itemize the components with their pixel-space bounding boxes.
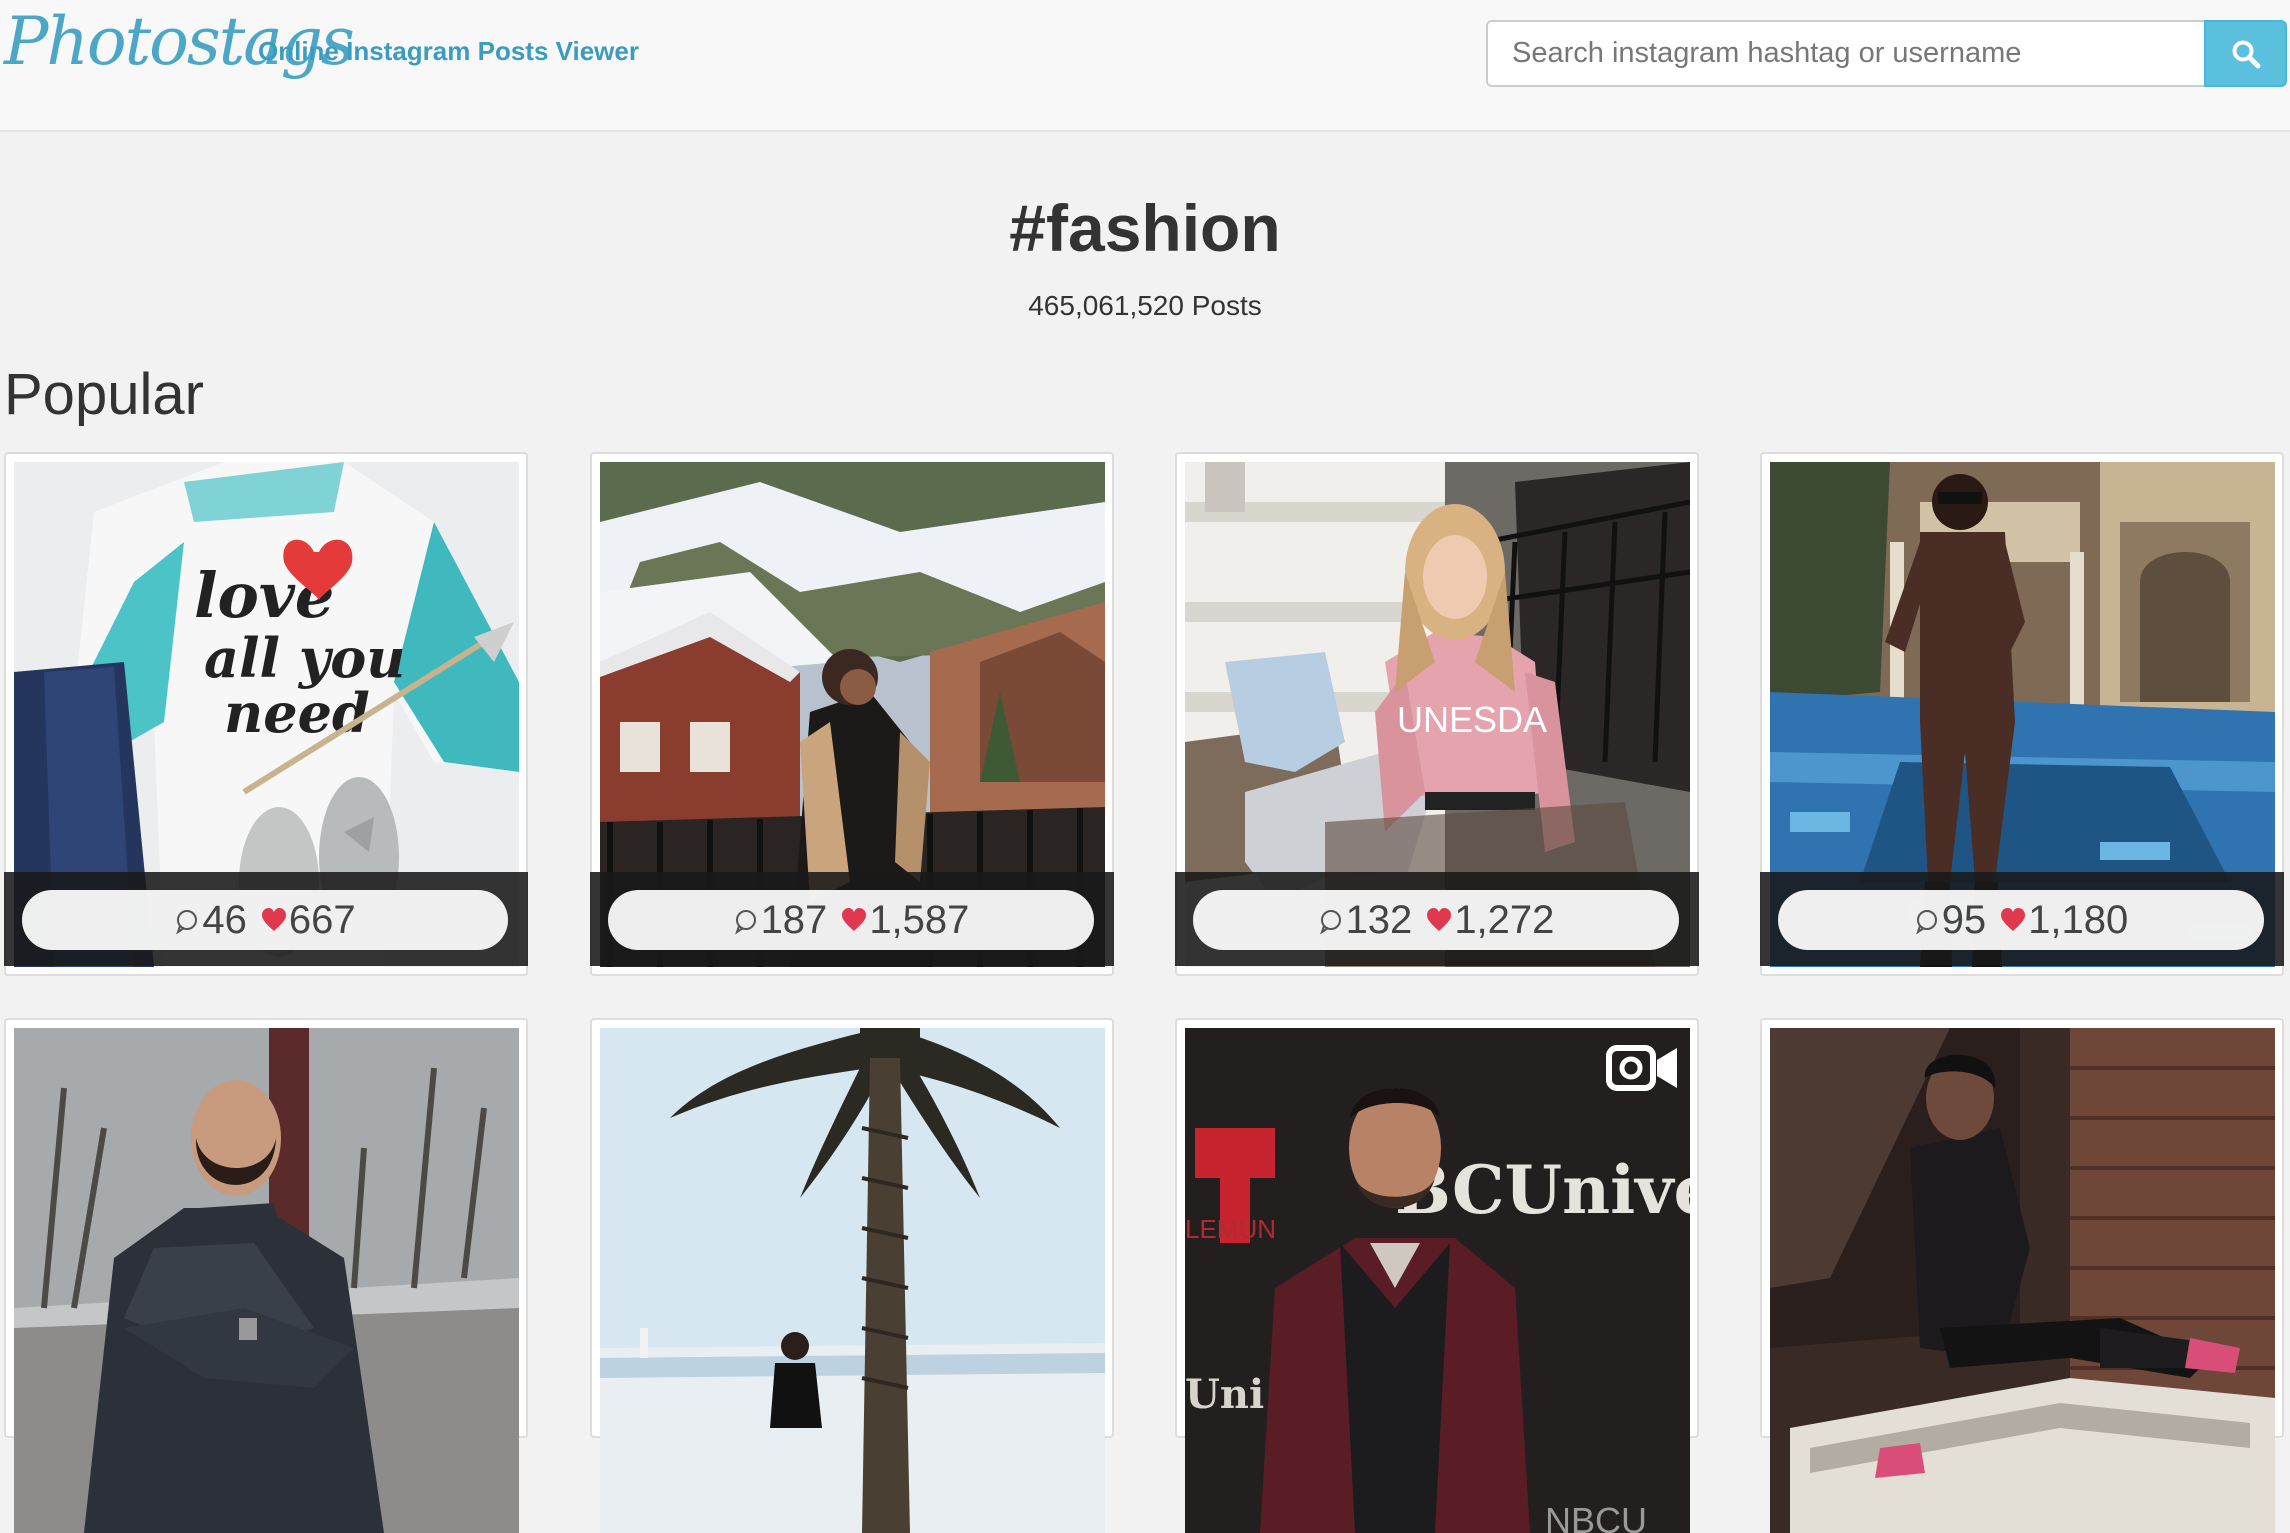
post-stats-bar: 187 1,587 [590,872,1114,966]
svg-text:Uni: Uni [1185,1371,1264,1418]
like-count: 1,180 [2028,897,2129,942]
post-card[interactable]: 95 1,180 [1760,452,2284,976]
post-stats-bar: 46 667 [4,872,528,966]
svg-text:LEMUN: LEMUN [1185,1214,1276,1244]
post-stats: 95 1,180 [1778,890,2264,950]
navbar: Photostags Online Instagram Posts Viewer [0,0,2290,132]
site-tagline[interactable]: Online Instagram Posts Viewer [258,34,639,68]
post-image[interactable] [14,1028,519,1533]
heart-icon [1427,908,1452,931]
post-card[interactable]: love all you need 46 667 [4,452,528,976]
post-stats-bar: 132 1,272 [1175,872,1699,966]
like-count: 667 [288,897,356,942]
post-count: 465,061,520 Posts [1028,290,1262,321]
comment-count: 187 [760,897,828,942]
svg-text:NBCU: NBCU [1545,1500,1647,1533]
comment-icon [176,910,198,935]
comment-icon [1319,910,1341,935]
hashtag-title: #fashion [1009,191,1281,265]
heart-icon [261,908,286,931]
post-card[interactable] [590,1018,1114,1533]
comment-icon [1915,910,1937,935]
like-count: 1,272 [1454,897,1555,942]
post-image[interactable] [600,1028,1105,1533]
section-title-popular: Popular [4,362,204,427]
post-card[interactable]: UNESDA 132 1,272 [1175,452,1699,976]
post-card[interactable] [1760,1018,2284,1533]
post-stats: 187 1,587 [608,890,1094,950]
comment-count: 132 [1345,897,1413,942]
svg-text:need: need [224,681,370,745]
post-stats: 132 1,272 [1193,890,1679,950]
comment-icon [734,910,756,935]
heart-icon [2001,908,2026,931]
search-button[interactable] [2204,20,2287,87]
heart-icon [842,908,867,931]
post-stats-bar: 95 1,180 [1760,872,2284,966]
post-card[interactable] [4,1018,528,1533]
post-card[interactable]: LEMUN BCUnive Uni NBCU [1175,1018,1699,1533]
search-icon [2232,40,2260,68]
search-form [1486,20,2287,87]
post-stats: 46 667 [22,890,508,950]
post-image[interactable]: LEMUN BCUnive Uni NBCU [1185,1028,1690,1533]
comment-count: 46 [202,897,247,942]
comment-count: 95 [1941,897,1987,942]
search-input[interactable] [1486,20,2206,87]
post-image[interactable] [1770,1028,2275,1533]
svg-text:UNESDA: UNESDA [1397,699,1547,740]
like-count: 1,587 [869,897,970,942]
post-card[interactable]: 187 1,587 [590,452,1114,976]
